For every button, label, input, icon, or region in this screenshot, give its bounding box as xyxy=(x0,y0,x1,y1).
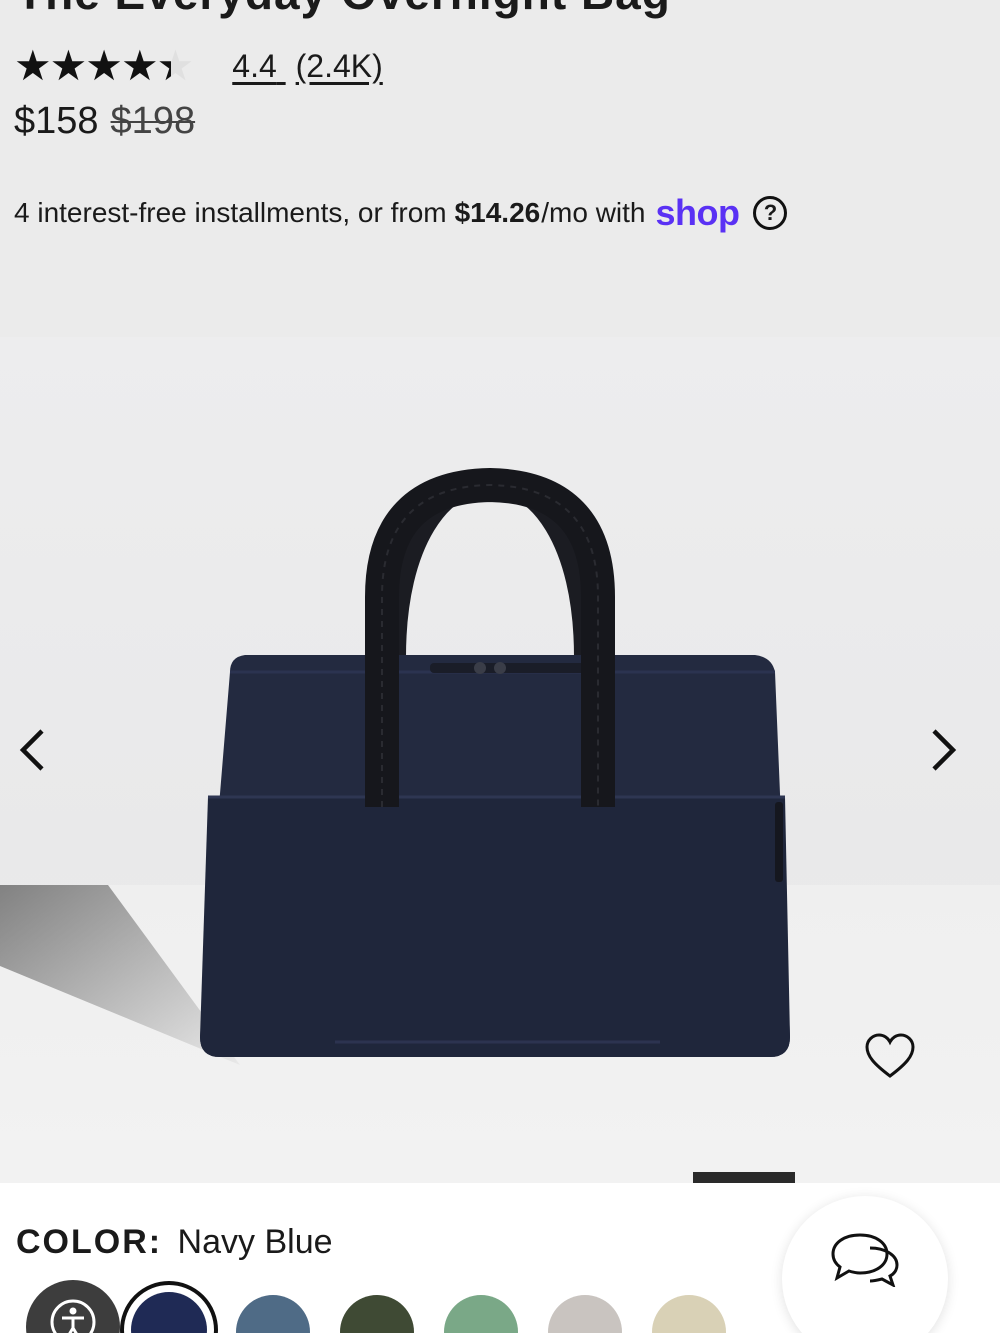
heart-icon xyxy=(865,1033,915,1078)
chevron-left-icon xyxy=(19,729,44,771)
color-swatch[interactable] xyxy=(548,1295,622,1333)
chat-bubbles-icon xyxy=(831,1233,899,1287)
rating-row: ★★★★★ ★★★★★ 4.4 (2.4K) xyxy=(14,44,383,88)
accessibility-icon xyxy=(50,1299,96,1333)
color-swatch[interactable] xyxy=(236,1295,310,1333)
color-swatch-fill xyxy=(131,1292,207,1333)
review-count: (2.4K) xyxy=(295,47,383,84)
favorite-button[interactable] xyxy=(864,1032,916,1080)
previous-image-button[interactable] xyxy=(12,720,52,780)
help-icon[interactable]: ? xyxy=(753,196,788,230)
installments-prefix: 4 interest-free installments, or from xyxy=(14,197,447,228)
shop-pay-logo: shop xyxy=(655,192,740,233)
selected-color-name: Navy Blue xyxy=(177,1223,333,1261)
reviews-link[interactable]: 4.4 (2.4K) xyxy=(232,48,383,85)
product-image xyxy=(200,467,790,1057)
installment-amount: $14.26 xyxy=(454,197,541,228)
installments-message: 4 interest-free installments, or from $1… xyxy=(14,192,788,234)
rating-stars: ★★★★★ ★★★★★ xyxy=(14,41,194,90)
color-swatch[interactable] xyxy=(652,1295,726,1333)
chevron-right-icon xyxy=(932,729,957,771)
color-label: COLOR: Navy Blue xyxy=(16,1223,333,1262)
price-row: $158 $198 xyxy=(14,100,195,143)
color-swatch[interactable] xyxy=(444,1295,518,1333)
color-swatch[interactable] xyxy=(340,1295,414,1333)
installments-suffix: /mo with xyxy=(541,197,646,228)
carousel-indicator xyxy=(693,1172,795,1183)
current-price: $158 xyxy=(14,100,99,142)
color-label-key: COLOR: xyxy=(16,1223,163,1261)
original-price: $198 xyxy=(110,100,196,142)
product-header: The Everyday Overnight Bag ★★★★★ ★★★★★ 4… xyxy=(0,0,1000,337)
next-image-button[interactable] xyxy=(924,720,964,780)
rating-value: 4.4 xyxy=(232,47,277,84)
product-title: The Everyday Overnight Bag xyxy=(16,0,671,20)
color-swatch[interactable] xyxy=(120,1281,218,1333)
product-image-carousel[interactable] xyxy=(0,337,1000,1183)
